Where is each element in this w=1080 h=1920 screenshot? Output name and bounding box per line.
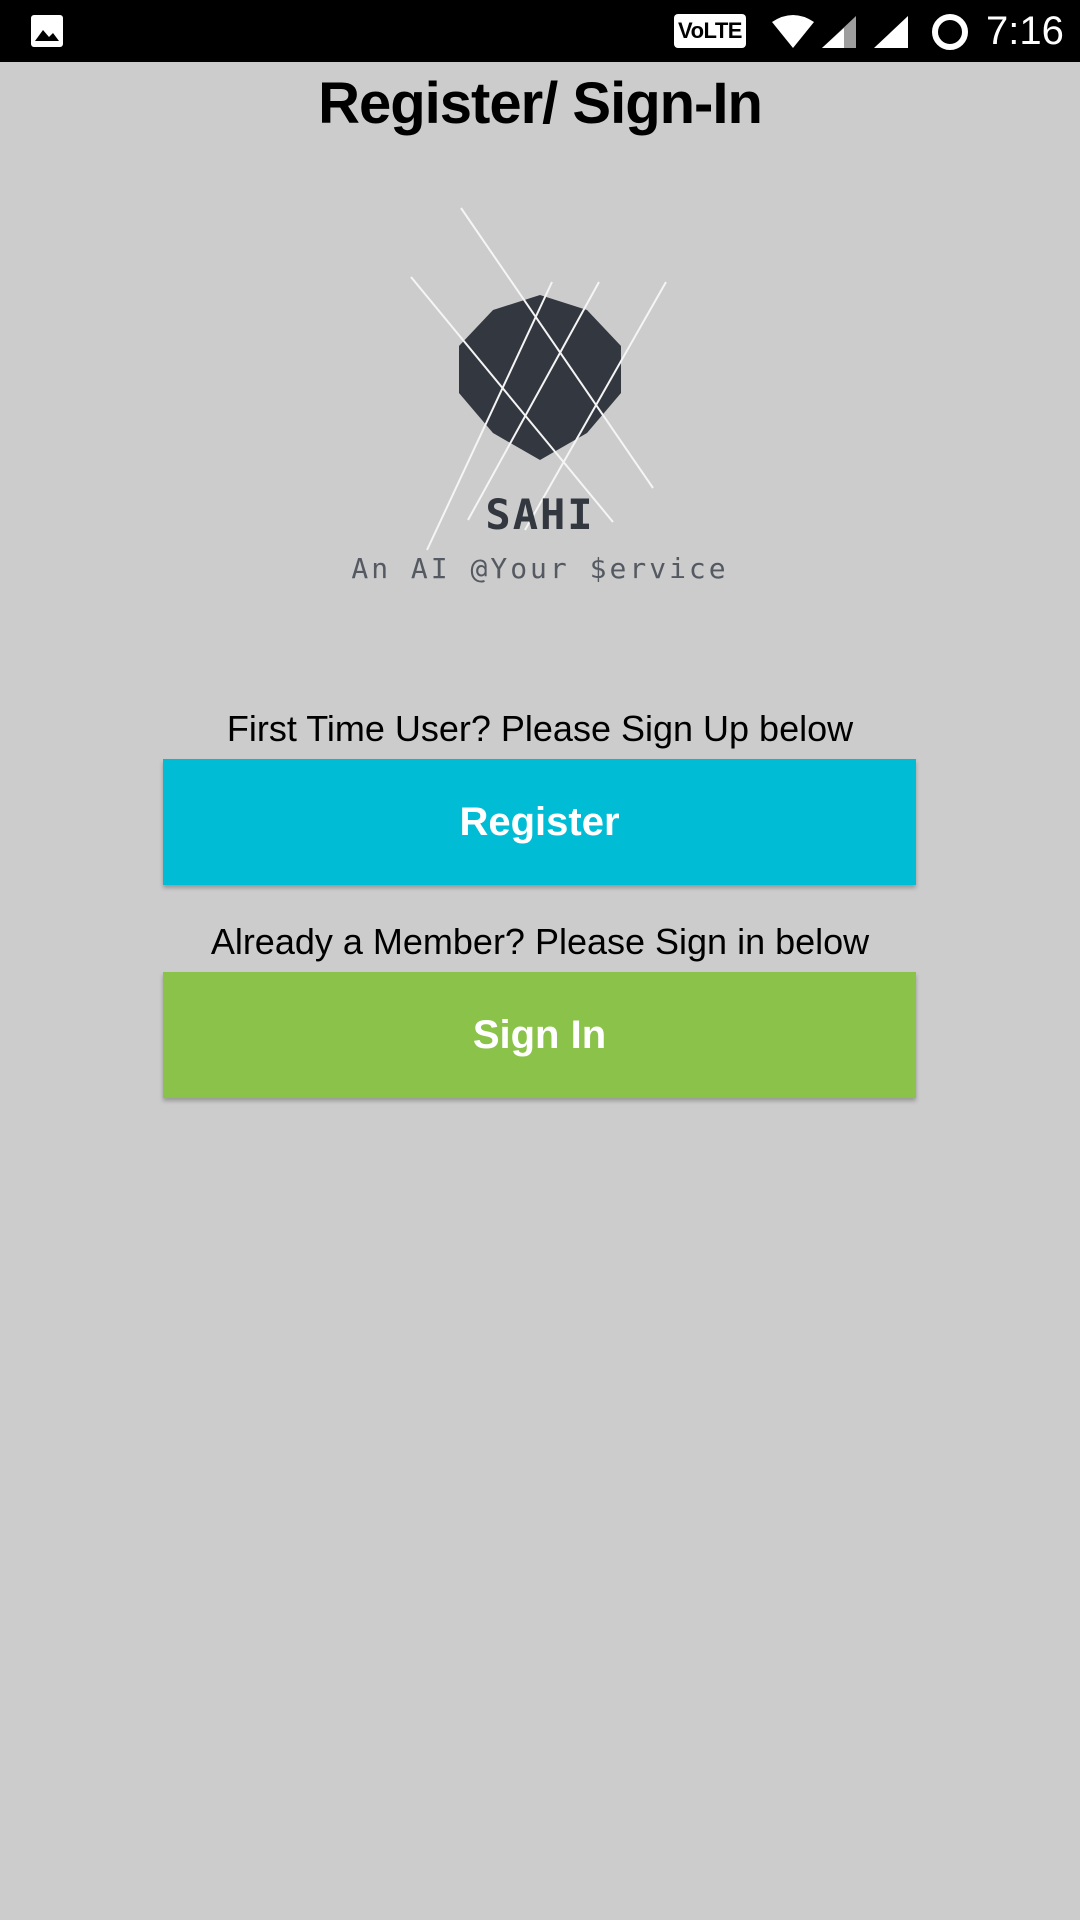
volte-badge: VoLTE [674, 14, 746, 48]
gallery-icon [31, 15, 63, 47]
signal-icon [874, 16, 908, 48]
status-bar: VoLTE 7:16 [0, 0, 1080, 62]
register-button[interactable]: Register [163, 759, 916, 885]
loading-icon [932, 14, 968, 50]
status-time: 7:16 [986, 9, 1064, 53]
signin-prompt: Already a Member? Please Sign in below [210, 921, 870, 962]
wifi-icon [772, 15, 814, 48]
register-prompt: First Time User? Please Sign Up below [226, 708, 854, 749]
sign-in-button[interactable]: Sign In [163, 972, 916, 1098]
brand-tagline: An AI @Your $ervice [351, 552, 729, 585]
page-title: Register/ Sign-In [318, 71, 763, 136]
signal-icon [822, 16, 856, 48]
brand-name: SAHI [485, 490, 595, 539]
logo-octagon [459, 295, 621, 460]
